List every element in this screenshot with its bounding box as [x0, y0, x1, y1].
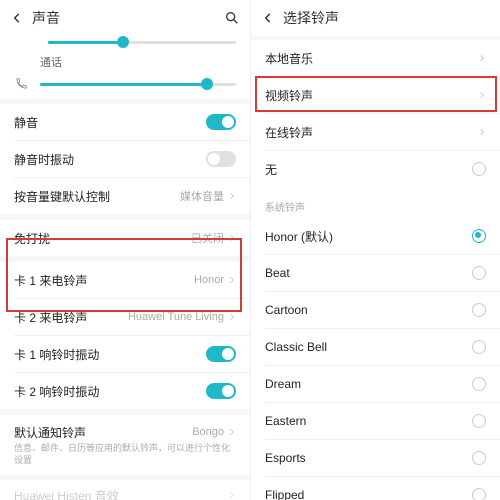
back-icon[interactable]: [10, 11, 26, 25]
page-title: 声音: [26, 8, 224, 28]
chevron-right-icon: [228, 275, 236, 285]
row-default-notif[interactable]: 默认通知铃声 Bongo: [0, 415, 250, 443]
chevron-right-icon: [478, 127, 486, 137]
phone-icon: [14, 77, 32, 91]
page-title: 选择铃声: [277, 8, 490, 28]
toggle-sim2-vib[interactable]: [206, 383, 236, 399]
chevron-right-icon: [228, 427, 236, 437]
row-ring-eastern[interactable]: Eastern: [251, 403, 500, 439]
row-ring-esports[interactable]: Esports: [251, 440, 500, 476]
row-ring-cartoon[interactable]: Cartoon: [251, 292, 500, 328]
call-slider-label: 通话: [0, 48, 250, 70]
radio-esports[interactable]: [472, 451, 486, 465]
radio-cartoon[interactable]: [472, 303, 486, 317]
row-ring-honor[interactable]: Honor (默认): [251, 218, 500, 254]
radio-flipped[interactable]: [472, 488, 486, 500]
row-histen: Huawei Histen 音效: [0, 480, 250, 500]
row-video-ringtone[interactable]: 视频铃声: [251, 77, 500, 113]
row-dnd[interactable]: 免打扰 已关闭: [0, 220, 250, 256]
row-mute[interactable]: 静音: [0, 104, 250, 140]
row-sim1-vib[interactable]: 卡 1 响铃时振动: [0, 336, 250, 372]
back-icon[interactable]: [261, 11, 277, 25]
row-sim1-ring[interactable]: 卡 1 来电铃声 Honor: [0, 262, 250, 298]
radio-beat[interactable]: [472, 266, 486, 280]
row-online-ringtone[interactable]: 在线铃声: [251, 114, 500, 150]
radio-none[interactable]: [472, 162, 486, 176]
toggle-sim1-vib[interactable]: [206, 346, 236, 362]
chevron-right-icon: [478, 90, 486, 100]
slider-call[interactable]: [40, 83, 236, 86]
toggle-mute[interactable]: [206, 114, 236, 130]
row-none[interactable]: 无: [251, 151, 500, 187]
row-local-music[interactable]: 本地音乐: [251, 40, 500, 76]
search-icon[interactable]: [224, 10, 240, 26]
row-ring-dream[interactable]: Dream: [251, 366, 500, 402]
slider-media[interactable]: [48, 41, 236, 44]
radio-dream[interactable]: [472, 377, 486, 391]
radio-eastern[interactable]: [472, 414, 486, 428]
row-ring-beat[interactable]: Beat: [251, 255, 500, 291]
chevron-right-icon: [228, 312, 236, 322]
radio-classic[interactable]: [472, 340, 486, 354]
chevron-right-icon: [228, 233, 236, 243]
default-notif-sub: 信息、邮件、日历等应用的默认铃声，可以进行个性化设置: [0, 443, 250, 474]
row-sim2-vib[interactable]: 卡 2 响铃时振动: [0, 373, 250, 409]
select-ringtone-pane: 选择铃声 本地音乐 视频铃声 在线铃声 无 系统铃声 Honor (默认): [250, 0, 500, 500]
chevron-right-icon: [228, 191, 236, 201]
radio-honor[interactable]: [472, 229, 486, 243]
chevron-right-icon: [478, 53, 486, 63]
sound-settings-pane: 声音 通话 静音 静音时振动: [0, 0, 250, 500]
toggle-vibrate-mute[interactable]: [206, 151, 236, 167]
row-sim2-ring[interactable]: 卡 2 来电铃声 Huawei Tune Living: [0, 299, 250, 335]
chevron-right-icon: [228, 490, 236, 500]
row-vol-key[interactable]: 按音量键默认控制 媒体音量: [0, 178, 250, 214]
section-system-ringtones: 系统铃声: [251, 187, 500, 218]
row-vibrate-mute[interactable]: 静音时振动: [0, 141, 250, 177]
row-ring-flipped[interactable]: Flipped: [251, 477, 500, 500]
row-ring-classic[interactable]: Classic Bell: [251, 329, 500, 365]
